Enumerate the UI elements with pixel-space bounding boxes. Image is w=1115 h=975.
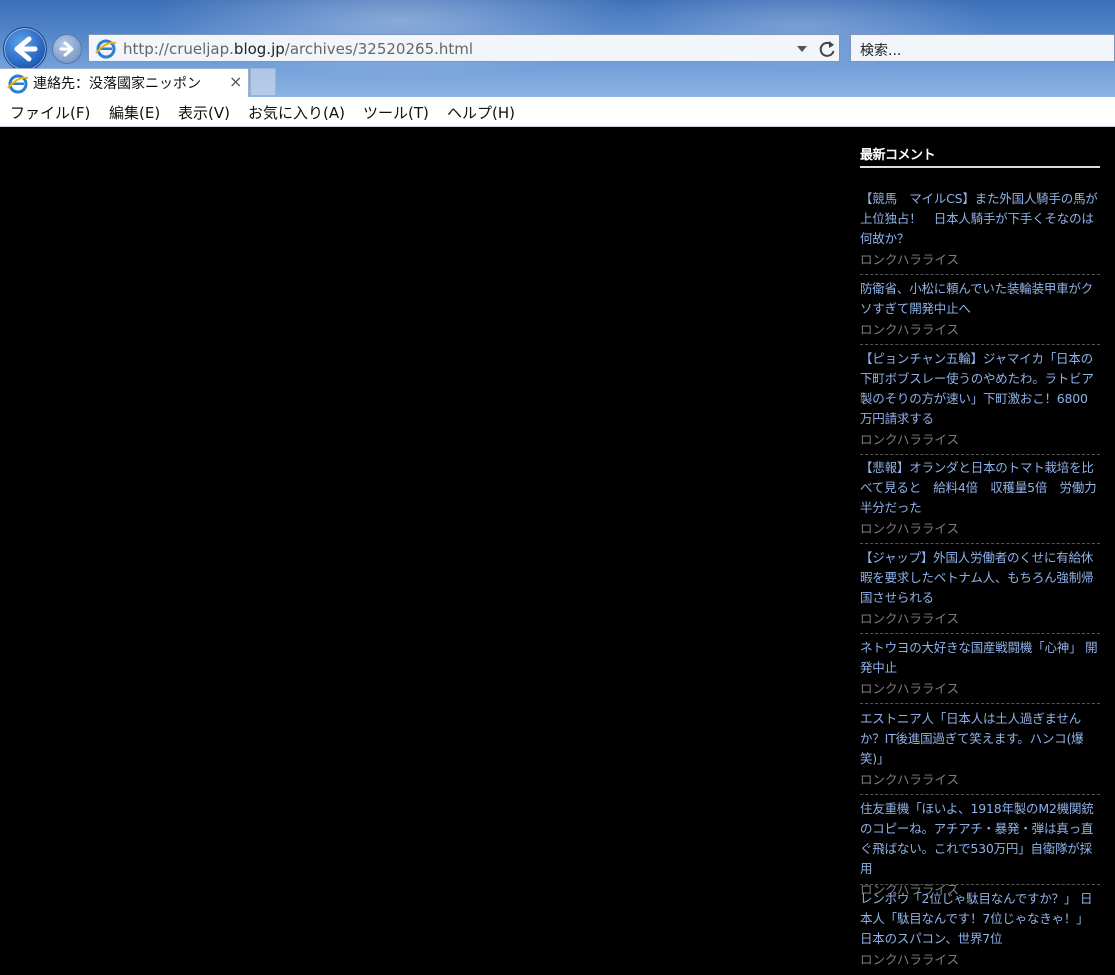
comment-item: 住友重機「ほいよ、1918年製のM2機関銃のコピーね。アチアチ・暴発・弾は真っ直… [860,799,1100,900]
comment-author: ロンクハラライス [860,772,960,787]
forward-button[interactable] [52,34,82,64]
divider [860,454,1100,455]
back-button[interactable] [3,27,47,71]
comment-link[interactable]: 【競馬 マイルCS】また外国人騎手の馬が上位独占！ 日本人騎手が下手くそなのは何… [860,189,1100,249]
comment-author: ロンクハラライス [860,252,960,267]
menu-file[interactable]: ファイル(F) [10,102,90,123]
comment-item: エストニア人「日本人は土人過ぎませんか？IT後進国過ぎて笑えます。ハンコ(爆笑)… [860,709,1100,795]
comment-link[interactable]: 【ピョンチャン五輪】ジャマイカ「日本の下町ボブスレー使うのやめたわ。ラトビア製の… [860,349,1100,429]
comment-link[interactable]: 住友重機「ほいよ、1918年製のM2機関銃のコピーね。アチアチ・暴発・弾は真っ直… [860,799,1100,879]
comment-item: レンポウ「2位じゃ駄目なんですか？」 日本人「駄目なんです！7位じゃなきゃ！」 … [860,889,1100,970]
back-arrow-icon [14,36,38,62]
menu-view[interactable]: 表示(V) [178,102,230,123]
divider [860,344,1100,345]
divider [860,794,1100,795]
ie-icon [7,74,29,94]
comment-item: 【競馬 マイルCS】また外国人騎手の馬が上位独占！ 日本人騎手が下手くそなのは何… [860,189,1100,275]
comment-author: ロンクハラライス [860,521,960,536]
url-text: http://crueljap.blog.jp/archives/3252026… [123,40,474,58]
comment-author: ロンクハラライス [860,681,960,696]
comment-author: ロンクハラライス [860,952,960,967]
search-input[interactable]: 検索... [850,34,1115,62]
comment-link[interactable]: レンポウ「2位じゃ駄目なんですか？」 日本人「駄目なんです！7位じゃなきゃ！」 … [860,889,1100,949]
divider [860,274,1100,275]
divider [860,703,1100,704]
close-tab-icon[interactable]: × [229,72,242,91]
divider [860,633,1100,634]
divider [860,166,1100,168]
new-tab-button[interactable] [250,68,276,96]
chevron-down-icon[interactable] [796,45,808,53]
forward-arrow-icon [59,41,74,57]
comment-author: ロンクハラライス [860,322,960,337]
menu-bar: ファイル(F) 編集(E) 表示(V) お気に入り(A) ツール(T) ヘルプ(… [0,97,1115,127]
comment-link[interactable]: 防衛省、小松に頼んでいた装輪装甲車がクソすぎて開発中止へ [860,279,1100,319]
browser-chrome: http://crueljap.blog.jp/archives/3252026… [0,0,1115,97]
comment-link[interactable]: ネトウヨの大好きな国産戦闘機「心神」 開発中止 [860,638,1100,678]
menu-tools[interactable]: ツール(T) [363,102,429,123]
tab-title: 連絡先：没落國家ニッポン [33,76,201,92]
menu-favorites[interactable]: お気に入り(A) [248,102,345,123]
comment-author: ロンクハラライス [860,611,960,626]
comment-item: 【悲報】オランダと日本のトマト栽培を比べて見ると 給料4倍 収穫量5倍 労働力半… [860,458,1100,544]
comment-author: ロンクハラライス [860,432,960,447]
comment-item: 【ジャップ】外国人労働者のくせに有給休暇を要求したベトナム人、もちろん強制帰国さ… [860,548,1100,634]
search-placeholder: 検索... [860,43,902,59]
divider [860,543,1100,544]
widget-title: 最新コメント [860,148,936,163]
comment-link[interactable]: エストニア人「日本人は土人過ぎませんか？IT後進国過ぎて笑えます。ハンコ(爆笑)… [860,709,1100,769]
menu-help[interactable]: ヘルプ(H) [447,102,515,123]
refresh-icon[interactable] [817,39,837,59]
divider [860,884,1100,885]
comment-link[interactable]: 【ジャップ】外国人労働者のくせに有給休暇を要求したベトナム人、もちろん強制帰国さ… [860,548,1100,608]
comment-item: 防衛省、小松に頼んでいた装輪装甲車がクソすぎて開発中止へ ロンクハラライス [860,279,1100,345]
page-content: 最新コメント 【競馬 マイルCS】また外国人騎手の馬が上位独占！ 日本人騎手が下… [0,127,1115,975]
comment-link[interactable]: 【悲報】オランダと日本のトマト栽培を比べて見ると 給料4倍 収穫量5倍 労働力半… [860,458,1100,518]
tab-active[interactable]: 連絡先：没落國家ニッポン × [0,68,249,97]
comment-item: ネトウヨの大好きな国産戦闘機「心神」 開発中止 ロンクハラライス [860,638,1100,704]
ie-icon [95,39,117,59]
address-bar[interactable]: http://crueljap.blog.jp/archives/3252026… [88,34,840,62]
comment-item: 【ピョンチャン五輪】ジャマイカ「日本の下町ボブスレー使うのやめたわ。ラトビア製の… [860,349,1100,455]
menu-edit[interactable]: 編集(E) [109,102,160,123]
